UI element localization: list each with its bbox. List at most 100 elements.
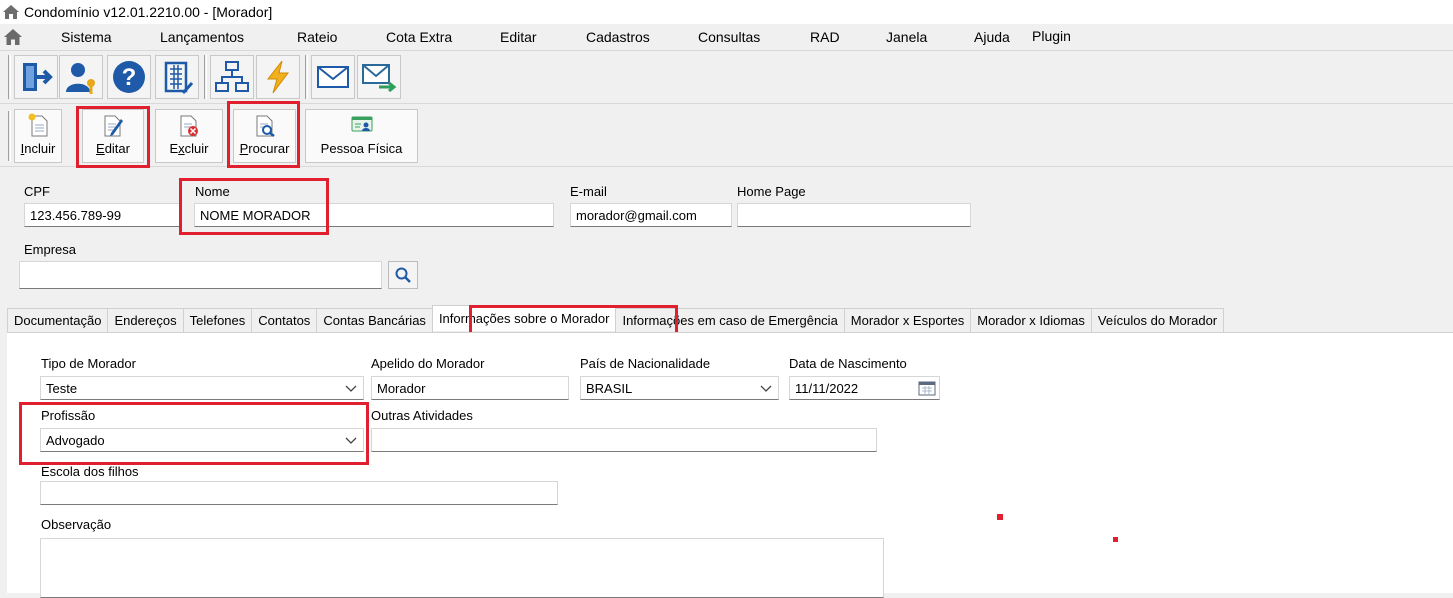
observacao-textarea[interactable] — [40, 538, 884, 598]
menu-rateio[interactable]: Rateio — [297, 29, 337, 45]
chevron-down-icon — [760, 385, 772, 392]
nome-field[interactable]: NOME MORADOR — [194, 203, 554, 227]
red-marker — [997, 514, 1003, 520]
pais-select[interactable]: BRASIL — [580, 376, 779, 400]
exit-icon — [23, 63, 53, 91]
action-toolbar: Incluir Editar Excluir Procurar Pessoa F… — [0, 105, 1453, 167]
cpf-field[interactable]: 123.456.789-99 — [24, 203, 180, 227]
tab-contas-bancarias[interactable]: Contas Bancárias — [316, 308, 433, 332]
help-icon: ? — [113, 61, 145, 93]
tab-morador-idiomas[interactable]: Morador x Idiomas — [970, 308, 1092, 332]
tipo-morador-value: Teste — [46, 380, 78, 396]
mail-icon — [317, 66, 349, 88]
incluir-button[interactable]: Incluir — [14, 109, 62, 163]
toolbar-grip[interactable] — [8, 111, 11, 161]
profissao-label: Profissão — [41, 408, 96, 423]
search-icon — [395, 267, 411, 283]
pais-value: BRASIL — [586, 380, 633, 396]
mail-button[interactable] — [311, 55, 355, 99]
observacao-label: Observação — [41, 517, 112, 532]
network-button[interactable] — [210, 55, 254, 99]
window-title: Condomínio v12.01.2210.00 - [Morador] — [24, 4, 273, 20]
lightning-icon — [266, 60, 289, 94]
profissao-select[interactable]: Advogado — [40, 428, 364, 452]
lightning-button[interactable] — [256, 55, 300, 99]
nome-label: Nome — [195, 184, 230, 199]
building-icon — [164, 61, 194, 95]
exit-button[interactable] — [14, 55, 58, 99]
procurar-button[interactable]: Procurar — [233, 109, 296, 163]
tab-informacoes-morador[interactable]: Informações sobre o Morador — [431, 305, 617, 331]
tipo-morador-label: Tipo de Morador — [41, 356, 136, 371]
excluir-button[interactable]: Excluir — [155, 109, 223, 163]
email-field[interactable]: morador@gmail.com — [570, 203, 732, 227]
tab-documentacao[interactable]: Documentação — [7, 308, 109, 332]
tab-veiculos-morador[interactable]: Veículos do Morador — [1090, 308, 1225, 332]
chevron-down-icon — [345, 437, 357, 444]
help-button[interactable]: ? — [107, 55, 151, 99]
profissao-value: Advogado — [46, 432, 105, 448]
escola-filhos-label: Escola dos filhos — [41, 464, 139, 479]
tab-contatos[interactable]: Contatos — [251, 308, 318, 332]
apelido-label: Apelido do Morador — [371, 356, 485, 371]
outras-atividades-field[interactable] — [371, 428, 877, 452]
menu-cadastros[interactable]: Cadastros — [586, 29, 650, 45]
menu-bar: Sistema Lançamentos Rateio Cota Extra Ed… — [0, 24, 1453, 50]
editar-button[interactable]: Editar — [82, 109, 144, 163]
pessoa-fisica-button[interactable]: Pessoa Física — [305, 109, 418, 163]
tab-enderecos[interactable]: Endereços — [107, 308, 184, 332]
condominium-button[interactable] — [155, 55, 199, 99]
mail-send-button[interactable] — [357, 55, 401, 99]
home-icon[interactable] — [3, 27, 23, 47]
incluir-label: Incluir — [20, 141, 56, 156]
menu-consultas[interactable]: Consultas — [698, 29, 760, 45]
empresa-label: Empresa — [24, 242, 77, 257]
data-nascimento-label: Data de Nascimento — [789, 356, 907, 371]
menu-cota-extra[interactable]: Cota Extra — [386, 29, 452, 45]
toolbar-separator — [204, 55, 207, 99]
data-nascimento-value: 11/11/2022 — [795, 380, 859, 396]
tab-telefones[interactable]: Telefones — [182, 308, 253, 332]
tab-informacoes-emergencia[interactable]: Informações em caso de Emergência — [615, 308, 845, 332]
data-nascimento-field[interactable]: 11/11/2022 — [789, 376, 940, 400]
person-header-form: CPF 123.456.789-99 Nome NOME MORADOR E-m… — [8, 172, 1453, 297]
delete-document-icon — [180, 115, 198, 137]
menu-plugin[interactable]: Plugin — [1032, 28, 1071, 44]
tab-morador-esportes[interactable]: Morador x Esportes — [843, 308, 972, 332]
title-bar: Condomínio v12.01.2210.00 - [Morador] — [0, 0, 1453, 24]
procurar-label: Procurar — [239, 141, 290, 156]
outras-atividades-label: Outras Atividades — [371, 408, 473, 423]
search-document-icon — [256, 115, 275, 137]
menu-rad[interactable]: RAD — [810, 29, 840, 45]
editar-label: Editar — [96, 141, 130, 156]
svg-text:?: ? — [122, 64, 137, 91]
red-marker — [1113, 537, 1118, 542]
edit-document-icon — [104, 115, 123, 137]
homepage-field[interactable] — [737, 203, 971, 227]
tipo-morador-select[interactable]: Teste — [40, 376, 364, 400]
network-icon — [215, 61, 249, 92]
homepage-label: Home Page — [737, 184, 806, 199]
toolbar-grip[interactable] — [8, 55, 11, 99]
email-label: E-mail — [570, 184, 607, 199]
user-key-icon — [66, 63, 95, 94]
id-card-icon — [351, 116, 372, 132]
menu-lancamentos[interactable]: Lançamentos — [160, 29, 244, 45]
escola-filhos-field[interactable] — [40, 481, 558, 505]
menu-sistema[interactable]: Sistema — [61, 29, 112, 45]
pais-label: País de Nacionalidade — [580, 356, 711, 371]
main-toolbar: ? — [0, 50, 1453, 104]
empresa-search-button[interactable] — [388, 261, 418, 289]
calendar-icon[interactable] — [918, 380, 936, 396]
menu-ajuda[interactable]: Ajuda — [974, 29, 1010, 45]
menu-editar[interactable]: Editar — [500, 29, 537, 45]
tab-panel-informacoes-morador: Tipo de Morador Teste Apelido do Morador… — [7, 332, 1453, 598]
apelido-field[interactable]: Morador — [371, 376, 569, 400]
empresa-field[interactable] — [19, 261, 382, 289]
menu-janela[interactable]: Janela — [886, 29, 927, 45]
pessoa-fisica-label: Pessoa Física — [320, 141, 403, 156]
tab-strip: Documentação Endereços Telefones Contato… — [7, 305, 1225, 332]
user-key-button[interactable] — [59, 55, 103, 99]
new-document-icon — [28, 113, 48, 137]
cpf-label: CPF — [24, 184, 50, 199]
